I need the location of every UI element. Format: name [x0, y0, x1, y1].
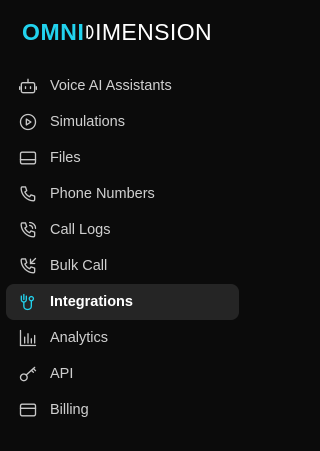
- sidebar-item-label: Integrations: [50, 294, 133, 310]
- sidebar-item-label: Phone Numbers: [50, 186, 155, 202]
- sidebar-item-api[interactable]: API: [6, 356, 239, 392]
- sidebar-item-integrations[interactable]: Integrations: [6, 284, 239, 320]
- logo-text-omni: OMNI: [22, 18, 85, 45]
- bar-chart-icon: [17, 327, 39, 349]
- sidebar-item-phone-numbers[interactable]: Phone Numbers: [6, 176, 239, 212]
- key-icon: [17, 363, 39, 385]
- play-circle-icon: [17, 111, 39, 133]
- credit-card-icon: [17, 399, 39, 421]
- sidebar-item-label: Voice AI Assistants: [50, 78, 172, 94]
- sidebar-item-voice-ai-assistants[interactable]: Voice AI Assistants: [6, 68, 239, 104]
- sidebar-item-analytics[interactable]: Analytics: [6, 320, 239, 356]
- sidebar-item-billing[interactable]: Billing: [6, 392, 239, 428]
- sidebar-item-label: Simulations: [50, 114, 125, 130]
- sidebar-item-label: Call Logs: [50, 222, 111, 238]
- sidebar-item-label: Bulk Call: [50, 258, 108, 274]
- integrations-icon: [17, 291, 39, 313]
- file-card-icon: [17, 147, 39, 169]
- sidebar-item-simulations[interactable]: Simulations: [6, 104, 239, 140]
- sidebar-item-label: Files: [50, 150, 81, 166]
- phone-incoming-icon: [17, 255, 39, 277]
- phone-icon: [17, 183, 39, 205]
- sidebar-nav: Voice AI Assistants Simulations Files Ph…: [6, 68, 239, 428]
- sidebar-item-bulk-call[interactable]: Bulk Call: [6, 248, 239, 284]
- logo-text-imension: IMENSION: [95, 18, 212, 45]
- sidebar-item-call-logs[interactable]: Call Logs: [6, 212, 239, 248]
- robot-icon: [17, 75, 39, 97]
- sidebar-item-label: API: [50, 366, 74, 382]
- sidebar-item-label: Billing: [50, 402, 89, 418]
- sidebar-item-files[interactable]: Files: [6, 140, 239, 176]
- phone-log-icon: [17, 219, 39, 241]
- brand-logo[interactable]: OMNI IMENSION: [22, 12, 212, 52]
- sidebar-item-label: Analytics: [50, 330, 109, 346]
